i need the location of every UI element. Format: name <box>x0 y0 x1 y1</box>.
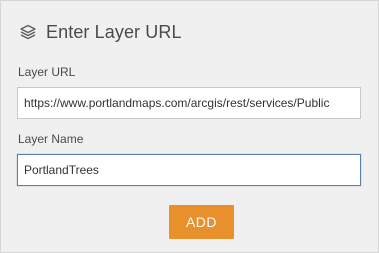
panel-title: Enter Layer URL <box>46 21 182 42</box>
layer-name-label: Layer Name <box>18 132 84 146</box>
layer-url-input[interactable] <box>17 87 361 119</box>
add-button[interactable]: ADD <box>169 205 234 239</box>
enter-layer-url-panel: Enter Layer URL Layer URL Layer Name ADD <box>0 0 379 253</box>
layer-name-input[interactable] <box>17 154 361 186</box>
panel-header: Enter Layer URL <box>19 19 182 45</box>
layer-url-label: Layer URL <box>18 65 76 79</box>
layers-icon <box>19 23 37 41</box>
